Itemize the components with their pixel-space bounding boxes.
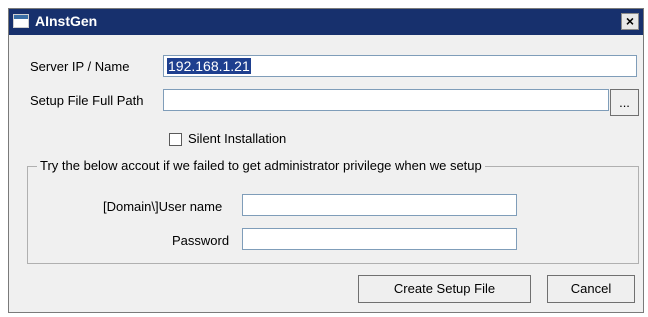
create-setup-file-button[interactable]: Create Setup File [358,275,531,303]
setup-path-label: Setup File Full Path [30,93,144,108]
close-icon: × [625,13,635,29]
admin-account-group-title: Try the below accout if we failed to get… [37,158,485,173]
server-label: Server IP / Name [30,59,130,74]
server-input[interactable]: 192.168.1.21 [163,55,637,77]
title-bar[interactable]: AInstGen × [9,9,643,35]
username-label: [Domain\]User name [103,199,223,214]
password-label: Password [172,233,230,248]
server-input-value: 192.168.1.21 [167,58,251,74]
silent-install-checkbox[interactable] [169,133,182,146]
password-input[interactable] [242,228,517,250]
cancel-button[interactable]: Cancel [547,275,635,303]
username-input[interactable] [242,194,517,216]
app-window-icon [13,14,29,28]
app-window: AInstGen × Server IP / Name 192.168.1.21… [8,8,644,313]
window-title: AInstGen [35,13,98,29]
close-button[interactable]: × [621,13,639,30]
setup-path-input[interactable] [163,89,609,111]
browse-button[interactable]: ... [610,89,639,116]
silent-install-label[interactable]: Silent Installation [188,131,286,146]
